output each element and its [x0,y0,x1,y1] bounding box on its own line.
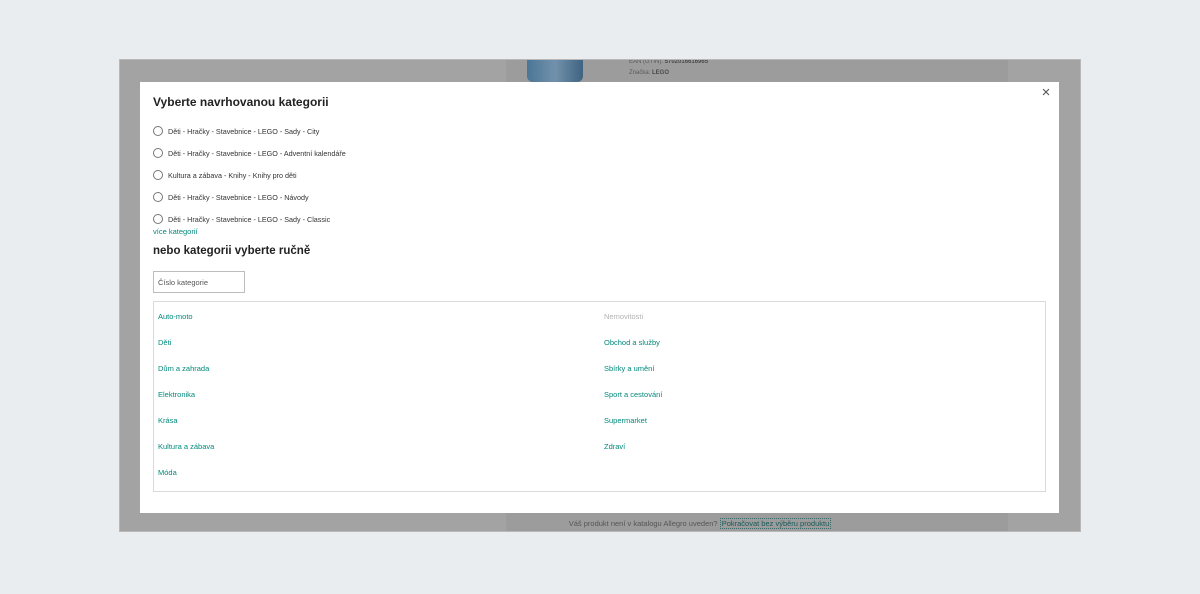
category-moda[interactable]: Móda [158,468,214,494]
product-brand: Značka: LEGO [629,70,670,76]
category-column-left: Auto-moto Děti Dům a zahrada Elektronika… [158,312,214,494]
suggested-category-option[interactable]: Kultura a zábava - Knihy - Knihy pro dět… [153,164,346,186]
product-thumbnail [527,60,583,82]
radio-icon[interactable] [153,192,163,202]
close-icon[interactable]: × [1039,85,1053,100]
suggested-category-label: Kultura a zábava - Knihy - Knihy pro dět… [168,170,297,180]
category-dum-a-zahrada[interactable]: Dům a zahrada [158,364,214,390]
category-obchod-a-sluzby[interactable]: Obchod a služby [604,338,662,364]
suggested-category-option[interactable]: Děti - Hračky - Stavebnice - LEGO - Adve… [153,142,346,164]
category-sport-a-cestovani[interactable]: Sport a cestování [604,390,662,416]
category-elektronika[interactable]: Elektronika [158,390,214,416]
suggested-category-label: Děti - Hračky - Stavebnice - LEGO - Sady… [168,126,320,136]
category-number-input[interactable] [153,271,245,293]
catalog-footer: Váš produkt není v katalogu Allegro uved… [120,518,1080,529]
suggested-category-list: Děti - Hračky - Stavebnice - LEGO - Sady… [153,120,346,230]
category-nemovitosti: Nemovitosti [604,312,644,321]
category-column-right: Nemovitosti Obchod a služby Sbírky a umě… [604,312,662,468]
radio-icon[interactable] [153,170,163,180]
suggested-category-label: Děti - Hračky - Stavebnice - LEGO - Adve… [168,148,346,158]
footer-text: Váš produkt není v katalogu Allegro uved… [568,519,718,528]
category-kultura-a-zabava[interactable]: Kultura a zábava [158,442,214,468]
more-categories-link[interactable]: více kategorií [153,227,198,236]
radio-icon[interactable] [153,214,163,224]
continue-without-product-link[interactable]: Pokračovat bez výběru produktu [719,518,832,529]
category-modal: × Vyberte navrhovanou kategorii Děti - H… [140,82,1059,513]
category-zdravi[interactable]: Zdraví [604,442,662,468]
radio-icon[interactable] [153,126,163,136]
category-deti[interactable]: Děti [158,338,214,364]
radio-icon[interactable] [153,148,163,158]
category-krasa[interactable]: Krása [158,416,214,442]
suggested-category-label: Děti - Hračky - Stavebnice - LEGO - Návo… [168,192,309,202]
category-auto-moto[interactable]: Auto-moto [158,312,214,338]
suggested-category-option[interactable]: Děti - Hračky - Stavebnice - LEGO - Sady… [153,120,346,142]
suggested-category-label: Děti - Hračky - Stavebnice - LEGO - Sady… [168,214,331,224]
manual-category-title: nebo kategorii vyberte ručně [153,245,311,257]
modal-title: Vyberte navrhovanou kategorii [153,95,329,109]
product-ean: EAN (GTIN): 5702016616965 [629,59,709,65]
category-supermarket[interactable]: Supermarket [604,416,662,442]
suggested-category-option[interactable]: Děti - Hračky - Stavebnice - LEGO - Návo… [153,186,346,208]
category-sbirky-a-umeni[interactable]: Sbírky a umění [604,364,662,390]
category-browser: Auto-moto Děti Dům a zahrada Elektronika… [153,301,1046,492]
